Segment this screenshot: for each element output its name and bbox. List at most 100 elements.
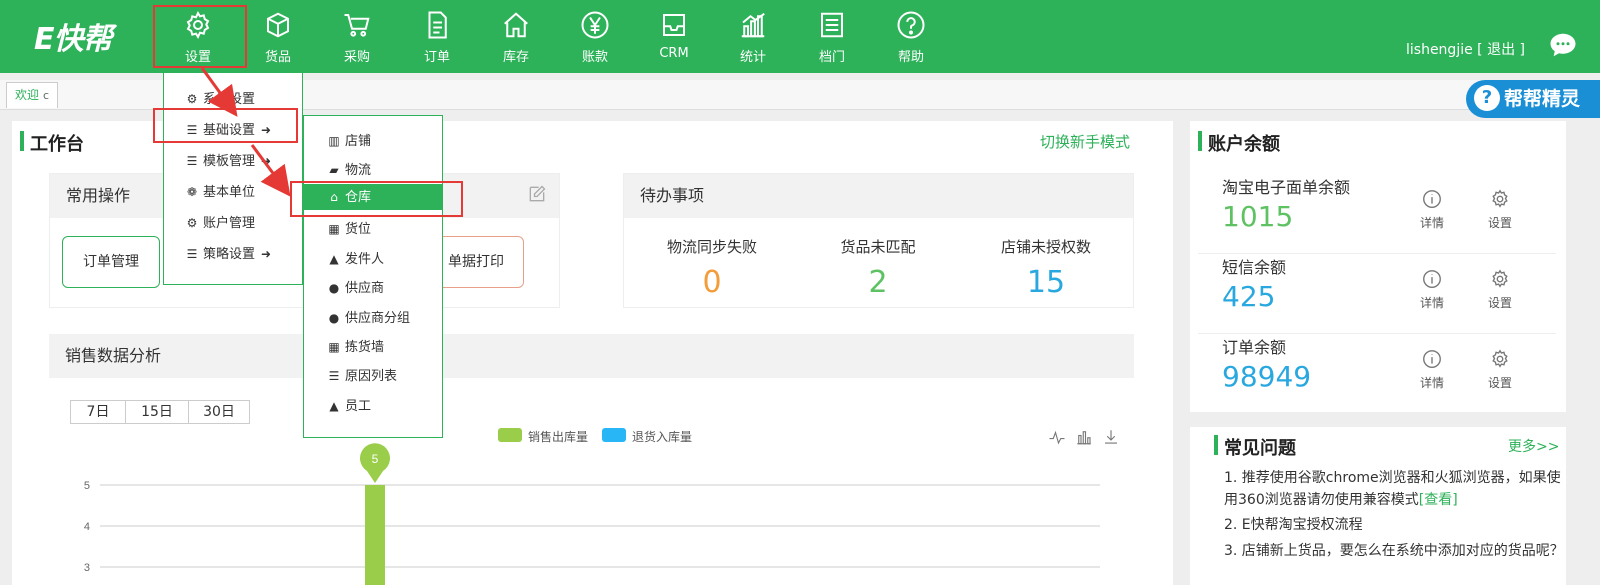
sales-chart: 5 4 3 5 (84, 443, 1100, 585)
value-marker-label: 5 (372, 452, 379, 466)
menu-system-settings[interactable]: ⚙ 系统设置 (184, 88, 255, 107)
todo-value: 15 (1026, 265, 1066, 300)
order-management-button[interactable]: 订单管理 (62, 236, 160, 288)
info-icon (1423, 270, 1441, 288)
submenu-shops[interactable]: ▥ 店铺 (326, 130, 442, 149)
nav-label: 订单 (423, 50, 450, 65)
nav-accounts[interactable]: 账款 (560, 10, 630, 65)
basic-settings-submenu: ▥ 店铺 ▰ 物流 ⌂ 仓库 ▦ 货位 ▲ 发件人 ● 供应商 ● 供应商分组 ▦ 拣货墙 ☰ 原… (303, 115, 443, 438)
account-label: 淘宝电子面单余额 (1222, 178, 1351, 197)
bars-icon: ☰ (186, 247, 198, 261)
faq-item[interactable]: 2. E快帮淘宝授权流程 (1224, 514, 1564, 536)
menu-template-management[interactable]: ☰ 模板管理 ➜ (184, 150, 271, 169)
menu-label: 模板管理 (203, 154, 256, 169)
nav-statistics[interactable]: 统计 (718, 10, 788, 65)
username[interactable]: lishengjie (1406, 42, 1473, 58)
faq-view-link[interactable]: [查看] (1419, 492, 1458, 508)
detail-button[interactable]: 详情 (1412, 268, 1452, 311)
bar-sales[interactable] (365, 485, 385, 585)
workbench-title: 工作台 (30, 134, 84, 155)
info-icon (1423, 350, 1441, 368)
submenu-label: 供应商 (345, 281, 385, 296)
app-logo[interactable]: E快帮 (34, 14, 112, 57)
submenu-reason-list[interactable]: ☰ 原因列表 (326, 365, 442, 384)
submenu-employees[interactable]: ▲ 员工 (326, 395, 442, 414)
grid-icon: ▦ (328, 222, 340, 236)
menu-label: 系统设置 (203, 92, 256, 107)
user-area: lishengjie [ 退出 ] (1406, 39, 1525, 59)
inbox-icon (663, 14, 685, 36)
submenu-picking-wall[interactable]: ▦ 拣货墙 (326, 336, 442, 355)
faq-item[interactable]: 1. 推荐使用谷歌chrome浏览器和火狐浏览器，如果使用360浏览器请勿使用兼… (1224, 467, 1564, 511)
submenu-label: 员工 (345, 399, 372, 414)
user-icon: ▲ (329, 399, 339, 413)
gear-icon (1492, 189, 1508, 208)
nav-crm[interactable]: CRM (639, 10, 709, 64)
submenu-senders[interactable]: ▲ 发件人 (326, 248, 442, 267)
nav-orders[interactable]: 订单 (402, 10, 472, 65)
menu-label: 账户管理 (203, 216, 256, 231)
info-icon (1423, 190, 1441, 208)
range-30d-button[interactable]: 30日 (188, 400, 250, 424)
nav-label: CRM (659, 46, 689, 61)
nav-label: 货品 (264, 50, 291, 65)
account-row-waybill: 淘宝电子面单余额 1015 详情 设置 (1198, 174, 1556, 254)
nav-purchase[interactable]: 采购 (322, 10, 392, 65)
paw-icon: ❁ (186, 185, 198, 199)
tab-refresh-icon[interactable]: c (43, 89, 49, 102)
helper-button[interactable]: ? 帮帮精灵 (1466, 80, 1600, 118)
truck-icon: ▰ (329, 163, 339, 177)
range-15d-button[interactable]: 15日 (125, 400, 189, 424)
nav-label: 库存 (502, 50, 529, 65)
account-value: 98949 (1222, 360, 1312, 393)
nav-archive[interactable]: 档门 (797, 10, 867, 65)
y-tick-label: 3 (84, 562, 90, 574)
submenu-label: 货位 (345, 222, 372, 237)
nav-label: 采购 (343, 50, 370, 65)
menu-basic-units[interactable]: ❁ 基本单位 (184, 181, 255, 200)
bank-icon: ▥ (328, 134, 340, 148)
detail-label: 详情 (1419, 296, 1444, 310)
nav-label: 档门 (818, 50, 845, 65)
detail-button[interactable]: 详情 (1412, 188, 1452, 231)
account-label: 订单余额 (1222, 338, 1287, 357)
y-tick-label: 4 (84, 521, 90, 533)
settings-button[interactable]: 设置 (1480, 348, 1520, 391)
submenu-logistics[interactable]: ▰ 物流 (326, 159, 442, 178)
menu-account-management[interactable]: ⚙ 账户管理 (184, 212, 255, 231)
question-icon: ? (1474, 85, 1500, 111)
gears-icon: ⚙ (186, 92, 198, 106)
settings-button[interactable]: 设置 (1480, 268, 1520, 311)
submenu-label: 拣货墙 (345, 340, 385, 355)
faq-title: 常见问题 (1224, 438, 1296, 459)
users-icon: ● (328, 281, 340, 295)
grid-icon: ▦ (328, 340, 340, 354)
logout-link[interactable]: [ 退出 ] (1477, 42, 1525, 58)
settings-button[interactable]: 设置 (1480, 188, 1520, 231)
chat-bubble-icon[interactable] (1548, 30, 1578, 60)
todo-shops-unauthorized[interactable]: 店铺未授权数 15 (946, 236, 1146, 300)
submenu-supplier-groups[interactable]: ● 供应商分组 (326, 307, 442, 326)
submenu-locations[interactable]: ▦ 货位 (326, 218, 442, 237)
detail-button[interactable]: 详情 (1412, 348, 1452, 391)
edit-icon[interactable] (527, 184, 547, 204)
nav-goods[interactable]: 货品 (243, 10, 313, 65)
submenu-label: 供应商分组 (345, 311, 411, 326)
range-7d-button[interactable]: 7日 (70, 400, 126, 424)
switch-mode-link[interactable]: 切换新手模式 (1040, 131, 1130, 152)
bars-icon: ☰ (186, 154, 198, 168)
nav-inventory[interactable]: 库存 (481, 10, 551, 65)
highlight-box (290, 181, 463, 217)
menu-policy-settings[interactable]: ☰ 策略设置 ➜ (184, 243, 271, 262)
section-bar (20, 131, 24, 151)
faq-more-link[interactable]: 更多>> (1508, 436, 1559, 456)
box-icon (267, 12, 289, 38)
nav-help[interactable]: 帮助 (876, 10, 946, 65)
submenu-suppliers[interactable]: ● 供应商 (326, 277, 442, 296)
document-icon (428, 11, 447, 39)
settings-label: 设置 (1487, 216, 1512, 230)
faq-item[interactable]: 3. 店铺新上货品，要怎么在系统中添加对应的货品呢？ (1224, 540, 1564, 562)
tab-welcome[interactable]: 欢迎 c (6, 82, 59, 108)
gear-icon (1492, 349, 1508, 368)
submenu-label: 店铺 (345, 134, 372, 149)
